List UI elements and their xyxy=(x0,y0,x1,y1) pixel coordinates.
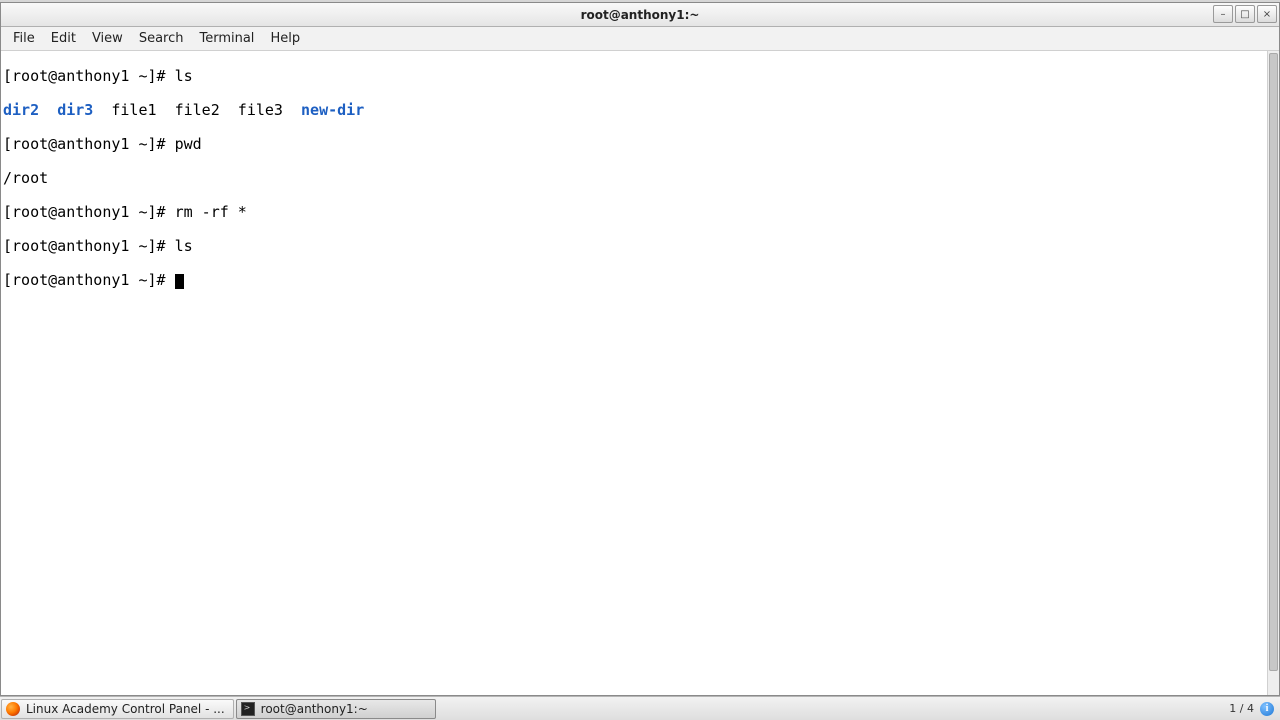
terminal-icon xyxy=(241,702,255,716)
cursor xyxy=(175,274,184,289)
file-entries: file1 file2 file3 xyxy=(111,101,301,119)
menu-search[interactable]: Search xyxy=(131,29,192,48)
task-label: root@anthony1:~ xyxy=(261,702,368,716)
line-2: [root@anthony1 ~]# pwd xyxy=(3,136,1277,153)
dir-entry: new-dir xyxy=(301,101,364,119)
line-0: [root@anthony1 ~]# ls xyxy=(3,68,1277,85)
minimize-button[interactable]: – xyxy=(1213,5,1233,23)
taskbar: Linux Academy Control Panel - ... root@a… xyxy=(0,696,1280,720)
line-3: /root xyxy=(3,170,1277,187)
terminal-window: root@anthony1:~ – □ × File Edit View Sea… xyxy=(0,2,1280,696)
line-4: [root@anthony1 ~]# rm -rf * xyxy=(3,204,1277,221)
terminal-area[interactable]: [root@anthony1 ~]# ls dir2 dir3 file1 fi… xyxy=(1,51,1279,695)
firefox-icon xyxy=(6,702,20,716)
line-5: [root@anthony1 ~]# ls xyxy=(3,238,1277,255)
menu-edit[interactable]: Edit xyxy=(43,29,84,48)
scrollbar-thumb[interactable] xyxy=(1269,53,1278,671)
line-6: [root@anthony1 ~]# xyxy=(3,272,1277,289)
task-label: Linux Academy Control Panel - ... xyxy=(26,702,225,716)
maximize-button[interactable]: □ xyxy=(1235,5,1255,23)
menubar: File Edit View Search Terminal Help xyxy=(1,27,1279,51)
dir-entry: dir3 xyxy=(57,101,93,119)
window-title: root@anthony1:~ xyxy=(581,8,700,22)
task-firefox[interactable]: Linux Academy Control Panel - ... xyxy=(1,699,234,719)
close-button[interactable]: × xyxy=(1257,5,1277,23)
info-icon[interactable]: i xyxy=(1260,702,1274,716)
window-controls: – □ × xyxy=(1213,5,1277,23)
dir-entry: dir2 xyxy=(3,101,39,119)
scrollbar[interactable] xyxy=(1267,51,1279,695)
menu-help[interactable]: Help xyxy=(262,29,308,48)
menu-file[interactable]: File xyxy=(5,29,43,48)
tray: 1 / 4 i xyxy=(1223,702,1280,716)
line-1: dir2 dir3 file1 file2 file3 new-dir xyxy=(3,102,1277,119)
workspace-indicator[interactable]: 1 / 4 xyxy=(1229,702,1254,715)
task-terminal[interactable]: root@anthony1:~ xyxy=(236,699,436,719)
titlebar[interactable]: root@anthony1:~ – □ × xyxy=(1,3,1279,27)
menu-view[interactable]: View xyxy=(84,29,131,48)
menu-terminal[interactable]: Terminal xyxy=(191,29,262,48)
